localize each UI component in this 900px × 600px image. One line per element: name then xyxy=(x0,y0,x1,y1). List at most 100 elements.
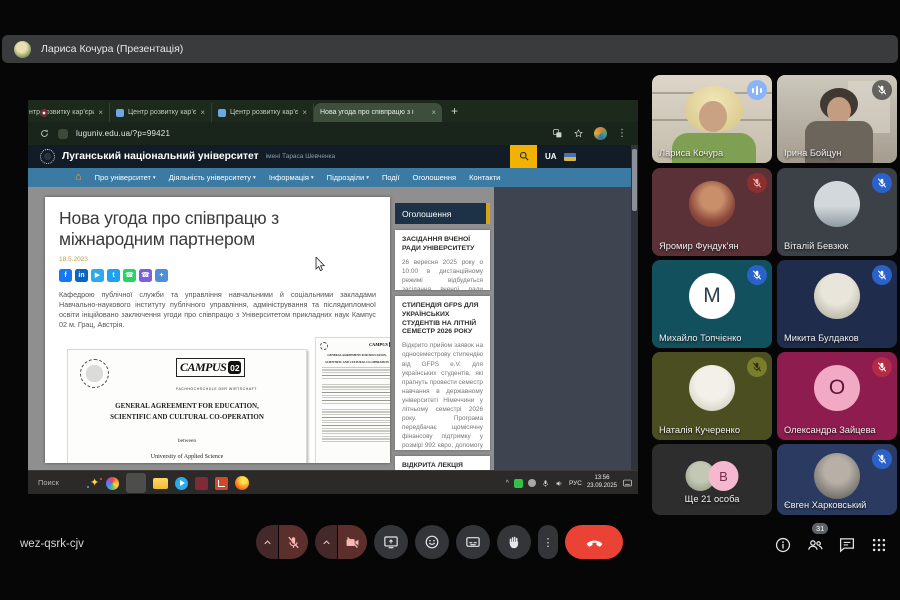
tab-close-icon[interactable]: × xyxy=(431,108,436,117)
site-search-button[interactable] xyxy=(510,145,537,168)
new-tab-button[interactable]: + xyxy=(451,104,458,118)
mic-mute-button[interactable] xyxy=(279,525,308,559)
bookmark-star-icon[interactable] xyxy=(573,128,584,139)
browser-tab-active[interactable]: Нова угода про співпрацю з і × xyxy=(314,103,442,122)
site-info-icon[interactable] xyxy=(58,129,68,139)
page-scrollbar[interactable] xyxy=(631,145,638,470)
article-title: Нова угода про співпрацю з міжнародним п… xyxy=(59,208,376,251)
activities-grid-icon[interactable] xyxy=(870,536,888,554)
photos-app-icon[interactable] xyxy=(106,477,119,490)
whatsapp-share-icon[interactable]: ☎ xyxy=(123,269,136,282)
participant-tile[interactable]: Віталій Бевзюк xyxy=(777,168,897,256)
chrome-app-icon[interactable] xyxy=(126,473,146,493)
mic-muted-icon xyxy=(747,173,767,193)
tab-title: Центр розвитку кар’єри ЛНУ xyxy=(128,109,196,116)
present-button[interactable] xyxy=(374,525,408,559)
nav-item-events[interactable]: Події xyxy=(382,173,400,182)
tab-close-icon[interactable]: × xyxy=(98,108,103,117)
announcement-item[interactable]: ВІДКРИТА ЛЕКЦІЯ ГУРЖІЙ ІННИ xyxy=(395,456,490,470)
avatar: B xyxy=(709,461,739,491)
nav-item-activity[interactable]: Діяльність університету▾ xyxy=(169,173,256,182)
participant-tile[interactable]: O Олександра Зайцева xyxy=(777,352,897,440)
article-card: Нова угода про співпрацю з міжнародним п… xyxy=(45,197,390,463)
taskbar-clock[interactable]: 13:56 23.09.2025 xyxy=(587,475,617,491)
participant-tile[interactable]: Лариса Кочура xyxy=(652,75,772,163)
nav-item-announcements[interactable]: Оголошення xyxy=(413,173,457,182)
more-options-button[interactable]: ⋮ xyxy=(538,525,558,559)
university-logo[interactable] xyxy=(40,149,55,164)
notification-center-icon[interactable] xyxy=(622,478,633,489)
overflow-participants-tile[interactable]: B Ще 21 особа xyxy=(652,444,772,515)
twitter-share-icon[interactable]: t xyxy=(107,269,120,282)
facebook-share-icon[interactable]: f xyxy=(59,269,72,282)
campus02-logo: CAMPUS 02 FACHHOCHSCHULE DER WIRTSCHAFT xyxy=(176,358,302,395)
people-panel-button[interactable]: 31 xyxy=(806,536,824,554)
avatar xyxy=(814,453,860,499)
camera-options-button[interactable] xyxy=(315,525,337,559)
captions-button[interactable] xyxy=(456,525,490,559)
participant-tile[interactable]: Ірина Бойцун xyxy=(777,75,897,163)
university-name[interactable]: Луганський національний університет xyxy=(62,151,259,162)
scrollbar-thumb[interactable] xyxy=(632,149,637,211)
telegram-share-icon[interactable]: ▶ xyxy=(91,269,104,282)
file-explorer-icon[interactable] xyxy=(153,478,168,489)
url-text[interactable]: luguniv.edu.ua/?p=99421 xyxy=(76,129,170,138)
linkedin-share-icon[interactable]: in xyxy=(75,269,88,282)
chevron-down-icon: ▾ xyxy=(311,175,314,181)
participant-tile[interactable]: Наталія Кучеренко xyxy=(652,352,772,440)
tab-close-icon[interactable]: × xyxy=(302,108,307,117)
nav-item-units[interactable]: Підрозділи▾ xyxy=(327,173,369,182)
end-call-button[interactable] xyxy=(565,525,623,559)
mic-muted-icon xyxy=(872,449,892,469)
more-share-icon[interactable]: + xyxy=(155,269,168,282)
browser-tab-2[interactable]: Центр розвитку кар’єри ЛНУ × xyxy=(110,103,212,122)
stacked-avatars: B xyxy=(686,461,739,491)
phone-hangup-icon xyxy=(585,533,604,552)
app-icon-orange[interactable] xyxy=(215,477,228,490)
camera-off-button[interactable] xyxy=(338,525,367,559)
announcement-item[interactable]: СТИПЕНДІЯ GFPS ДЛЯ УКРАЇНСЬКИХ СТУДЕНТІВ… xyxy=(395,296,490,450)
tray-speaker-icon[interactable] xyxy=(555,479,564,488)
avatar: M xyxy=(689,273,735,319)
nav-item-info[interactable]: Інформація▾ xyxy=(269,173,314,182)
participant-tile[interactable]: M Михайло Топчієнко xyxy=(652,260,772,348)
nav-item-contacts[interactable]: Контакти xyxy=(469,173,500,182)
browser-menu-icon[interactable]: ⋮ xyxy=(617,128,627,139)
mic-muted-icon xyxy=(747,357,767,377)
tray-expand-icon[interactable]: ^ xyxy=(506,480,509,487)
tray-green-icon[interactable] xyxy=(514,479,523,488)
hand-icon xyxy=(506,534,522,550)
nav-item-about[interactable]: Про університет▾ xyxy=(95,173,156,182)
telegram-app-icon[interactable] xyxy=(175,477,188,490)
browser-tab-3[interactable]: Центр розвитку кар’єри ЛНУ × xyxy=(212,103,314,122)
mic-muted-icon xyxy=(872,80,892,100)
reload-icon[interactable] xyxy=(39,128,50,139)
participant-tile[interactable]: Микита Булдаков xyxy=(777,260,897,348)
reactions-button[interactable] xyxy=(415,525,449,559)
chat-panel-icon[interactable] xyxy=(838,536,856,554)
meeting-info-icon[interactable] xyxy=(774,536,792,554)
participant-tile[interactable]: Євген Харковський xyxy=(777,444,897,515)
captions-icon xyxy=(465,534,481,550)
app-icon-maroon[interactable] xyxy=(195,477,208,490)
language-switch[interactable]: UA xyxy=(545,152,557,161)
taskbar-search[interactable]: Поиск xyxy=(38,478,59,487)
tab-close-icon[interactable]: × xyxy=(200,108,205,117)
tray-status-icon[interactable] xyxy=(528,479,536,487)
announcement-item[interactable]: ЗАСІДАННЯ ВЧЕНОЇ РАДИ УНІВЕРСИТЕТУ 26 ве… xyxy=(395,230,490,290)
browser-profile-avatar[interactable] xyxy=(594,127,607,140)
keyboard-language[interactable]: РУС xyxy=(569,480,582,487)
raise-hand-button[interactable] xyxy=(497,525,531,559)
viber-share-icon[interactable]: ☎ xyxy=(139,269,152,282)
tab-title: нтр розвитку кар’єри «Кур xyxy=(29,109,94,116)
tray-mic-icon[interactable] xyxy=(541,479,550,488)
copilot-icon[interactable]: ✦ xyxy=(90,478,99,489)
agreement-scan: CAMPUS 02 FACHHOCHSCHULE DER WIRTSCHAFT … xyxy=(59,337,376,463)
participant-tile[interactable]: Яромир Фундук’ян xyxy=(652,168,772,256)
home-icon[interactable]: ⌂ xyxy=(75,172,82,183)
mic-options-button[interactable] xyxy=(256,525,278,559)
avatar xyxy=(689,365,735,411)
firefox-app-icon[interactable] xyxy=(235,476,249,490)
share-tab-icon[interactable] xyxy=(552,128,563,139)
text-lines-placeholder xyxy=(322,409,390,443)
